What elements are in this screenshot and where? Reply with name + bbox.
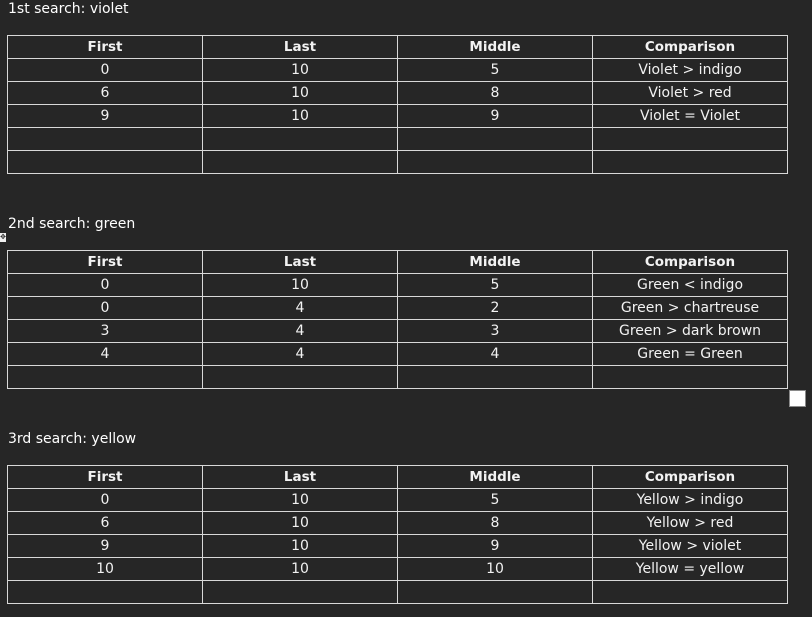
cell-middle[interactable]	[397, 127, 593, 151]
resize-icon[interactable]	[789, 390, 806, 407]
cell-middle[interactable]: 4	[397, 342, 593, 366]
header-first[interactable]: First	[7, 465, 203, 489]
table-row	[7, 150, 788, 174]
cell-last[interactable]: 10	[202, 58, 398, 82]
cell-first[interactable]: 0	[7, 488, 203, 512]
table-row: 0 10 5 Green < indigo	[7, 273, 788, 297]
cell-last[interactable]	[202, 365, 398, 389]
cell-last[interactable]: 10	[202, 534, 398, 558]
cell-last[interactable]: 10	[202, 104, 398, 128]
cell-comparison[interactable]: Yellow > indigo	[592, 488, 788, 512]
cell-comparison[interactable]: Green = Green	[592, 342, 788, 366]
cell-middle[interactable]: 9	[397, 104, 593, 128]
cell-comparison[interactable]: Yellow > violet	[592, 534, 788, 558]
cell-first[interactable]: 6	[7, 511, 203, 535]
cell-first[interactable]: 0	[7, 296, 203, 320]
table-row	[7, 127, 788, 151]
table-row	[7, 580, 788, 604]
cell-first[interactable]: 0	[7, 273, 203, 297]
cell-comparison[interactable]: Green > chartreuse	[592, 296, 788, 320]
header-comparison[interactable]: Comparison	[592, 465, 788, 489]
table-row: 9 10 9 Violet = Violet	[7, 104, 788, 128]
cell-first[interactable]: 0	[7, 58, 203, 82]
cell-first[interactable]: 3	[7, 319, 203, 343]
search-2-heading: 2nd search: green	[8, 216, 136, 232]
cell-first[interactable]: 10	[7, 557, 203, 581]
table-row: 0 10 5 Yellow > indigo	[7, 488, 788, 512]
cell-comparison[interactable]: Violet > red	[592, 81, 788, 105]
search-2-table[interactable]: First Last Middle Comparison 0 10 5 Gree…	[7, 250, 788, 389]
cell-last[interactable]: 10	[202, 81, 398, 105]
cell-last[interactable]: 10	[202, 273, 398, 297]
header-first[interactable]: First	[7, 35, 203, 59]
cell-middle[interactable]: 2	[397, 296, 593, 320]
cell-last[interactable]: 4	[202, 296, 398, 320]
cell-middle[interactable]: 5	[397, 488, 593, 512]
cell-last[interactable]: 4	[202, 342, 398, 366]
cell-last[interactable]	[202, 150, 398, 174]
cell-middle[interactable]: 8	[397, 81, 593, 105]
header-last[interactable]: Last	[202, 35, 398, 59]
cell-comparison[interactable]: Yellow > red	[592, 511, 788, 535]
search-3-table[interactable]: First Last Middle Comparison 0 10 5 Yell…	[7, 465, 788, 604]
cell-last[interactable]: 4	[202, 319, 398, 343]
cell-middle[interactable]: 5	[397, 58, 593, 82]
cell-comparison[interactable]: Yellow = yellow	[592, 557, 788, 581]
table-row: 9 10 9 Yellow > violet	[7, 534, 788, 558]
cell-comparison[interactable]	[592, 127, 788, 151]
table-header-row: First Last Middle Comparison	[7, 35, 788, 59]
header-comparison[interactable]: Comparison	[592, 35, 788, 59]
cell-first[interactable]	[7, 365, 203, 389]
header-last[interactable]: Last	[202, 250, 398, 274]
table-row: 6 10 8 Violet > red	[7, 81, 788, 105]
header-comparison[interactable]: Comparison	[592, 250, 788, 274]
cell-last[interactable]: 10	[202, 488, 398, 512]
cell-comparison[interactable]: Violet > indigo	[592, 58, 788, 82]
table-row	[7, 365, 788, 389]
search-1-table[interactable]: First Last Middle Comparison 0 10 5 Viol…	[7, 35, 788, 174]
cell-last[interactable]	[202, 127, 398, 151]
cell-middle[interactable]	[397, 365, 593, 389]
cell-middle[interactable]: 10	[397, 557, 593, 581]
cell-first[interactable]: 9	[7, 534, 203, 558]
cell-first[interactable]: 6	[7, 81, 203, 105]
cell-last[interactable]	[202, 580, 398, 604]
cell-comparison[interactable]: Violet = Violet	[592, 104, 788, 128]
table-header-row: First Last Middle Comparison	[7, 465, 788, 489]
cell-comparison[interactable]	[592, 580, 788, 604]
cell-comparison[interactable]: Green < indigo	[592, 273, 788, 297]
table-row: 0 10 5 Violet > indigo	[7, 58, 788, 82]
cell-first[interactable]	[7, 150, 203, 174]
table-row: 4 4 4 Green = Green	[7, 342, 788, 366]
cell-last[interactable]: 10	[202, 511, 398, 535]
search-1-heading: 1st search: violet	[8, 1, 129, 17]
move-icon[interactable]: ✥	[0, 233, 6, 242]
header-middle[interactable]: Middle	[397, 250, 593, 274]
header-middle[interactable]: Middle	[397, 465, 593, 489]
cell-middle[interactable]: 9	[397, 534, 593, 558]
cell-first[interactable]	[7, 127, 203, 151]
cell-first[interactable]: 4	[7, 342, 203, 366]
cell-last[interactable]: 10	[202, 557, 398, 581]
cell-middle[interactable]	[397, 150, 593, 174]
table-row: 3 4 3 Green > dark brown	[7, 319, 788, 343]
header-middle[interactable]: Middle	[397, 35, 593, 59]
header-last[interactable]: Last	[202, 465, 398, 489]
cell-middle[interactable]: 3	[397, 319, 593, 343]
table-header-row: First Last Middle Comparison	[7, 250, 788, 274]
cell-middle[interactable]	[397, 580, 593, 604]
cell-first[interactable]	[7, 580, 203, 604]
cell-comparison[interactable]	[592, 365, 788, 389]
cell-comparison[interactable]: Green > dark brown	[592, 319, 788, 343]
cell-middle[interactable]: 5	[397, 273, 593, 297]
search-3-heading: 3rd search: yellow	[8, 431, 137, 447]
cell-middle[interactable]: 8	[397, 511, 593, 535]
table-row: 0 4 2 Green > chartreuse	[7, 296, 788, 320]
header-first[interactable]: First	[7, 250, 203, 274]
table-row: 6 10 8 Yellow > red	[7, 511, 788, 535]
table-row: 10 10 10 Yellow = yellow	[7, 557, 788, 581]
cell-first[interactable]: 9	[7, 104, 203, 128]
cell-comparison[interactable]	[592, 150, 788, 174]
